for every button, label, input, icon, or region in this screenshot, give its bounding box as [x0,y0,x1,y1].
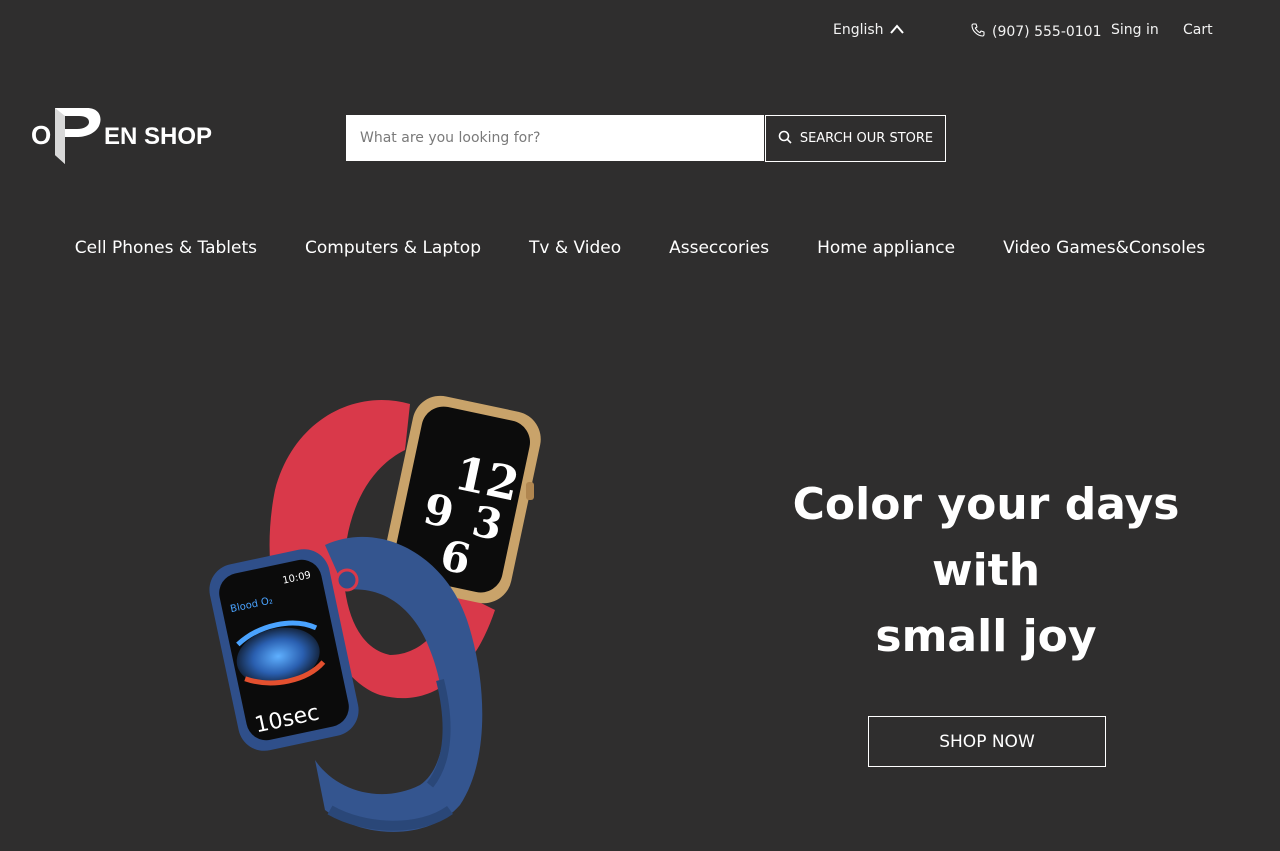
search-button-label: SEARCH OUR STORE [799,131,934,146]
nav-item-home-appliance[interactable]: Home appliance [817,238,955,266]
nav-item-accessories[interactable]: Asseccories [669,238,769,266]
search-input[interactable] [346,115,764,161]
logo-text: EN SHOP [104,123,212,150]
language-selector[interactable]: English [833,22,904,38]
search-bar: SEARCH OUR STORE [346,115,946,162]
logo-letter-o: O [31,120,51,150]
hero-title-line-1: Color your days with [792,479,1180,596]
shop-now-button[interactable]: SHOP NOW [868,716,1106,767]
main-nav: Cell Phones & Tablets Computers & Laptop… [0,238,1280,266]
chevron-up-icon [889,22,904,38]
sign-in-link[interactable]: Sing in [1111,22,1159,38]
phone-link[interactable]: (907) 555-0101 [970,22,1102,42]
logo[interactable]: O EN SHOP [31,102,221,168]
search-button[interactable]: SEARCH OUR STORE [765,115,946,162]
top-bar: English (907) 555-0101 Sing in Cart [0,22,1280,46]
cart-link[interactable]: Cart [1183,22,1213,38]
hero-title: Color your days with small joy [736,472,1236,670]
phone-number: (907) 555-0101 [992,24,1102,40]
logo-p-shade [55,108,65,164]
nav-item-computers[interactable]: Computers & Laptop [305,238,481,266]
nav-item-tv-video[interactable]: Tv & Video [529,238,621,266]
phone-icon [970,22,986,42]
nav-item-video-games[interactable]: Video Games&Consoles [1003,238,1205,266]
hero-title-line-2: small joy [875,611,1097,662]
hero-product-image: 12 9 3 6 Blood O₂ 10:09 10sec [205,380,550,847]
language-label: English [833,22,884,38]
nav-item-cell-phones[interactable]: Cell Phones & Tablets [75,238,257,266]
blue-watch: Blood O₂ 10:09 10sec [209,549,359,751]
search-icon [778,130,792,148]
